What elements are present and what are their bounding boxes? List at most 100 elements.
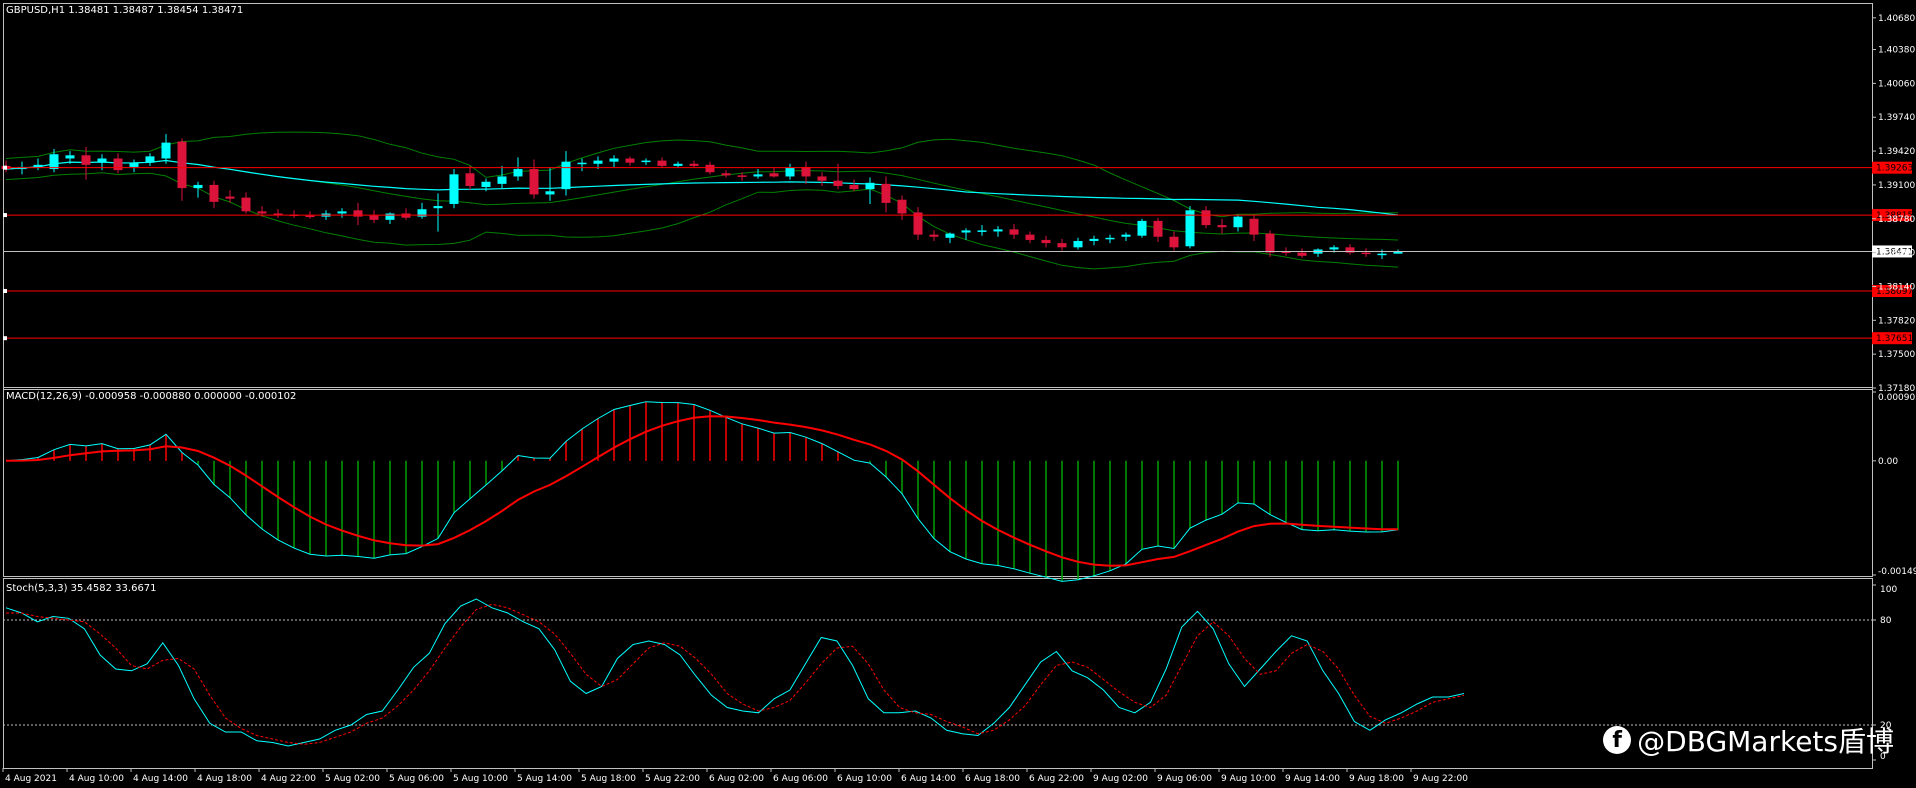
candle-body [657, 160, 667, 166]
candle-body [257, 211, 267, 214]
candle-body [689, 163, 699, 166]
candle-body [209, 184, 219, 202]
candle-body [849, 184, 859, 190]
candle-body [33, 164, 43, 167]
candle-body [385, 213, 395, 220]
candle-body [705, 164, 715, 173]
candle-body [145, 156, 155, 163]
price-tick-label: 1.38460 [1878, 249, 1915, 259]
candle-body [193, 184, 203, 189]
candle-body [225, 196, 235, 199]
price-tick-label: 1.40060 [1878, 79, 1915, 89]
candle-body [769, 173, 779, 177]
price-tick-label: 1.40680 [1878, 14, 1915, 24]
price-level-handle[interactable] [3, 289, 7, 294]
time-tick-label: 4 Aug 22:00 [261, 774, 316, 784]
candle [1185, 206, 1195, 249]
candle-body [561, 161, 571, 190]
candle-body [1169, 236, 1179, 248]
candle-body [241, 197, 251, 212]
candle-body [929, 234, 939, 237]
candle-body [1137, 220, 1147, 236]
time-tick-label: 6 Aug 22:00 [1029, 774, 1084, 784]
price-level-handle[interactable] [3, 336, 7, 341]
price-tick-label: 1.37820 [1878, 316, 1915, 326]
stoch-tick-label: 100 [1880, 585, 1897, 595]
candle-body [961, 230, 971, 233]
candle-body [465, 173, 475, 186]
candle-body [65, 155, 75, 159]
price-tick-label: 1.40380 [1878, 46, 1915, 56]
time-tick-label: 6 Aug 14:00 [901, 774, 956, 784]
candle-body [113, 158, 123, 171]
candle-body [641, 160, 651, 163]
candle-body [353, 210, 363, 217]
candle-body [369, 215, 379, 220]
time-tick-label: 9 Aug 02:00 [1093, 774, 1148, 784]
watermark: f @DBGMarkets盾博 [1603, 720, 1894, 760]
symbol-info: GBPUSD,H1 1.38481 1.38487 1.38454 1.3847… [6, 5, 244, 16]
candle-body [1121, 234, 1131, 237]
candle-body [513, 169, 523, 177]
candle [449, 169, 459, 209]
price-level-label: 1.39263 [1876, 164, 1913, 174]
candle-body [1153, 220, 1163, 237]
time-tick-label: 5 Aug 06:00 [389, 774, 444, 784]
candle-body [1025, 234, 1035, 240]
candle-body [977, 230, 987, 232]
price-tick-label: 1.39100 [1878, 181, 1915, 191]
candle-body [833, 180, 843, 186]
candle-body [1201, 210, 1211, 226]
candle-body [1217, 225, 1227, 228]
time-tick-label: 5 Aug 10:00 [453, 774, 508, 784]
candle-body [577, 162, 587, 165]
candle-body [1265, 233, 1275, 253]
candle-body [1105, 237, 1115, 240]
macd-tick-label: -0.001496 [1878, 567, 1916, 577]
macd-info: MACD(12,26,9) -0.000958 -0.000880 0.0000… [6, 391, 297, 402]
candle-body [897, 199, 907, 214]
price-level-handle[interactable] [3, 165, 7, 170]
price-tick-label: 1.38140 [1878, 282, 1915, 292]
macd-tick-label: 0.00 [1878, 457, 1898, 467]
candle-body [1041, 239, 1051, 244]
stoch-tick-label: 80 [1880, 616, 1892, 626]
candle-body [481, 181, 491, 188]
price-level-handle[interactable] [3, 213, 7, 218]
candle-body [545, 191, 555, 195]
time-tick-label: 4 Aug 18:00 [197, 774, 252, 784]
candle-body [881, 183, 891, 203]
candle-body [1073, 240, 1083, 248]
candle-body [593, 160, 603, 164]
candle-body [945, 233, 955, 238]
time-tick-label: 6 Aug 02:00 [709, 774, 764, 784]
candle-body [785, 168, 795, 177]
candle-body [81, 155, 91, 165]
watermark-text: @DBGMarkets盾博 [1637, 725, 1894, 758]
candle-body [753, 174, 763, 177]
candle-body [1057, 243, 1067, 248]
candle-body [449, 174, 459, 204]
candle-body [497, 176, 507, 184]
time-tick-label: 9 Aug 18:00 [1349, 774, 1404, 784]
candle-body [817, 176, 827, 181]
stoch-info: Stoch(5,3,3) 35.4582 33.6671 [6, 583, 157, 594]
time-tick-label: 5 Aug 22:00 [645, 774, 700, 784]
candle-body [129, 162, 139, 167]
candle-body [721, 173, 731, 176]
time-tick-label: 5 Aug 02:00 [325, 774, 380, 784]
time-tick-label: 6 Aug 06:00 [773, 774, 828, 784]
time-tick-label: 9 Aug 22:00 [1413, 774, 1468, 784]
candle-body [865, 182, 875, 190]
candle-body [161, 142, 171, 159]
macd-tick-label: 0.000902 [1878, 393, 1916, 403]
time-tick-label: 9 Aug 06:00 [1157, 774, 1212, 784]
candle-body [1009, 229, 1019, 235]
weibo-logo-icon: f [1603, 726, 1632, 754]
candle [1137, 218, 1147, 238]
candle-body [1297, 252, 1307, 256]
time-tick-label: 9 Aug 10:00 [1221, 774, 1276, 784]
candle-body [1233, 216, 1243, 228]
time-tick-label: 5 Aug 18:00 [581, 774, 636, 784]
candle-body [529, 169, 539, 195]
